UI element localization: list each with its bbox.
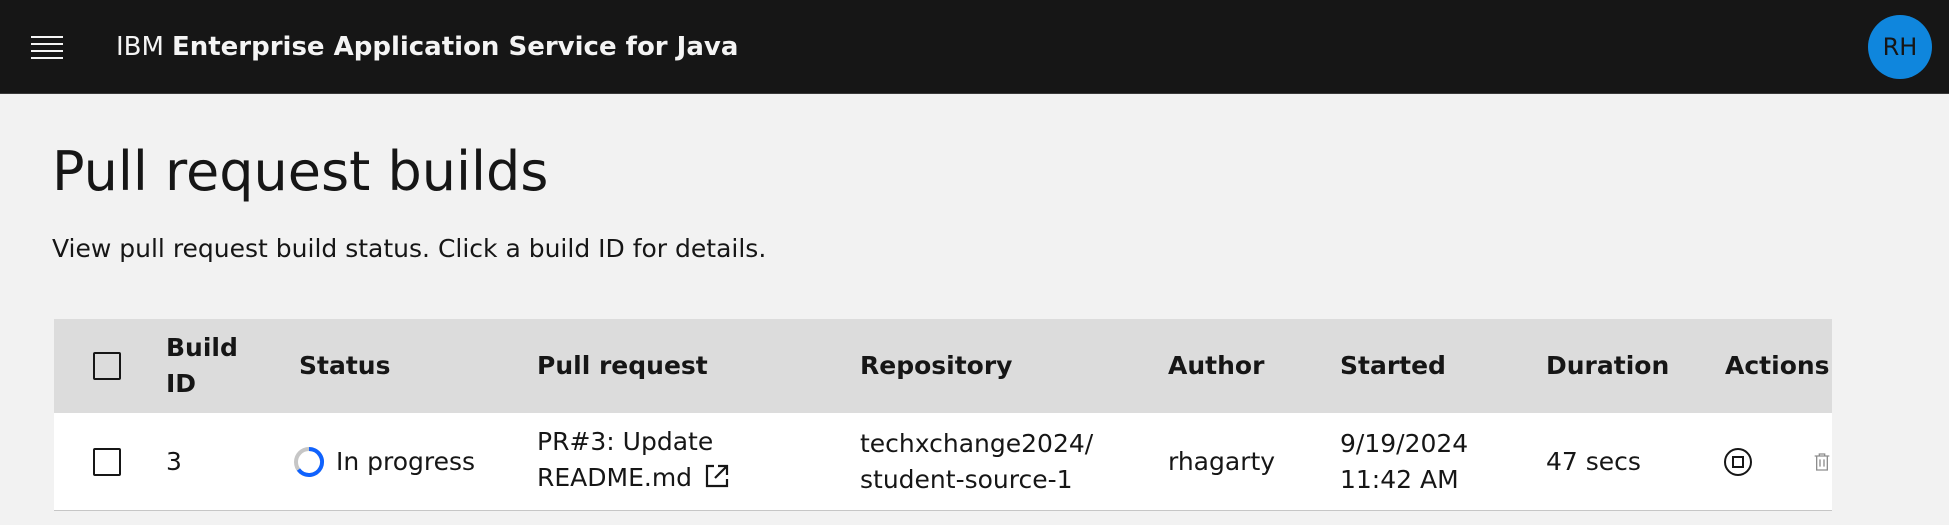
- column-header-pull-request[interactable]: Pull request: [537, 319, 708, 413]
- status-label: In progress: [336, 446, 476, 476]
- column-header-author[interactable]: Author: [1168, 319, 1264, 413]
- pull-request-link[interactable]: PR#3: Update README.md: [537, 424, 730, 499]
- select-all-cell: [93, 319, 121, 413]
- pull-request-title-line2: README.md: [537, 463, 693, 492]
- started-cell: 9/19/2024 11:42 AM: [1340, 413, 1468, 510]
- pull-request-title-line1: PR#3: Update: [537, 427, 714, 456]
- stop-icon: [1724, 448, 1752, 476]
- repository-line1: techxchange2024/: [860, 428, 1094, 458]
- select-all-checkbox[interactable]: [93, 352, 121, 380]
- status-cell: In progress: [292, 413, 475, 510]
- stop-build-button[interactable]: [1718, 442, 1758, 482]
- hamburger-menu-icon: [31, 36, 63, 59]
- delete-build-button[interactable]: [1812, 442, 1832, 482]
- column-header-duration[interactable]: Duration: [1546, 319, 1669, 413]
- pull-request-builds-table: Build ID Status Pull request Repository …: [54, 319, 1832, 511]
- brand-prefix: IBM: [116, 32, 164, 62]
- row-select-checkbox[interactable]: [93, 447, 121, 476]
- repository-line2: student-source-1: [860, 464, 1073, 494]
- column-header-repository[interactable]: Repository: [860, 319, 1012, 413]
- column-header-started[interactable]: Started: [1340, 319, 1446, 413]
- table-row: 3 In progress PR#3: Update README.md tec…: [54, 413, 1832, 511]
- page-title: Pull request builds: [52, 140, 549, 203]
- external-link-icon: [704, 463, 730, 499]
- row-select-cell: [93, 413, 121, 510]
- page-description: View pull request build status. Click a …: [52, 234, 767, 263]
- app-brand[interactable]: IBM Enterprise Application Service for Ja…: [116, 30, 738, 64]
- started-time: 11:42 AM: [1340, 464, 1459, 494]
- trash-icon: [1814, 453, 1830, 471]
- column-header-status[interactable]: Status: [299, 319, 390, 413]
- user-avatar[interactable]: RH: [1868, 15, 1932, 79]
- hamburger-menu-button[interactable]: [18, 18, 76, 76]
- top-navigation-bar: IBM Enterprise Application Service for Ja…: [0, 0, 1949, 94]
- in-progress-spinner-icon: [292, 445, 326, 479]
- pull-request-cell: PR#3: Update README.md: [537, 413, 730, 510]
- table-header-row: Build ID Status Pull request Repository …: [54, 319, 1832, 413]
- started-date: 9/19/2024: [1340, 428, 1469, 458]
- brand-product-name: Enterprise Application Service for Java: [171, 32, 739, 62]
- column-header-build-id[interactable]: Build ID: [166, 319, 256, 413]
- repository-cell: techxchange2024/ student-source-1: [860, 413, 1093, 510]
- author-cell: rhagarty: [1168, 446, 1276, 476]
- build-id-link[interactable]: 3: [166, 413, 182, 510]
- duration-cell: 47 secs: [1546, 446, 1641, 476]
- column-header-actions: Actions: [1725, 351, 1830, 380]
